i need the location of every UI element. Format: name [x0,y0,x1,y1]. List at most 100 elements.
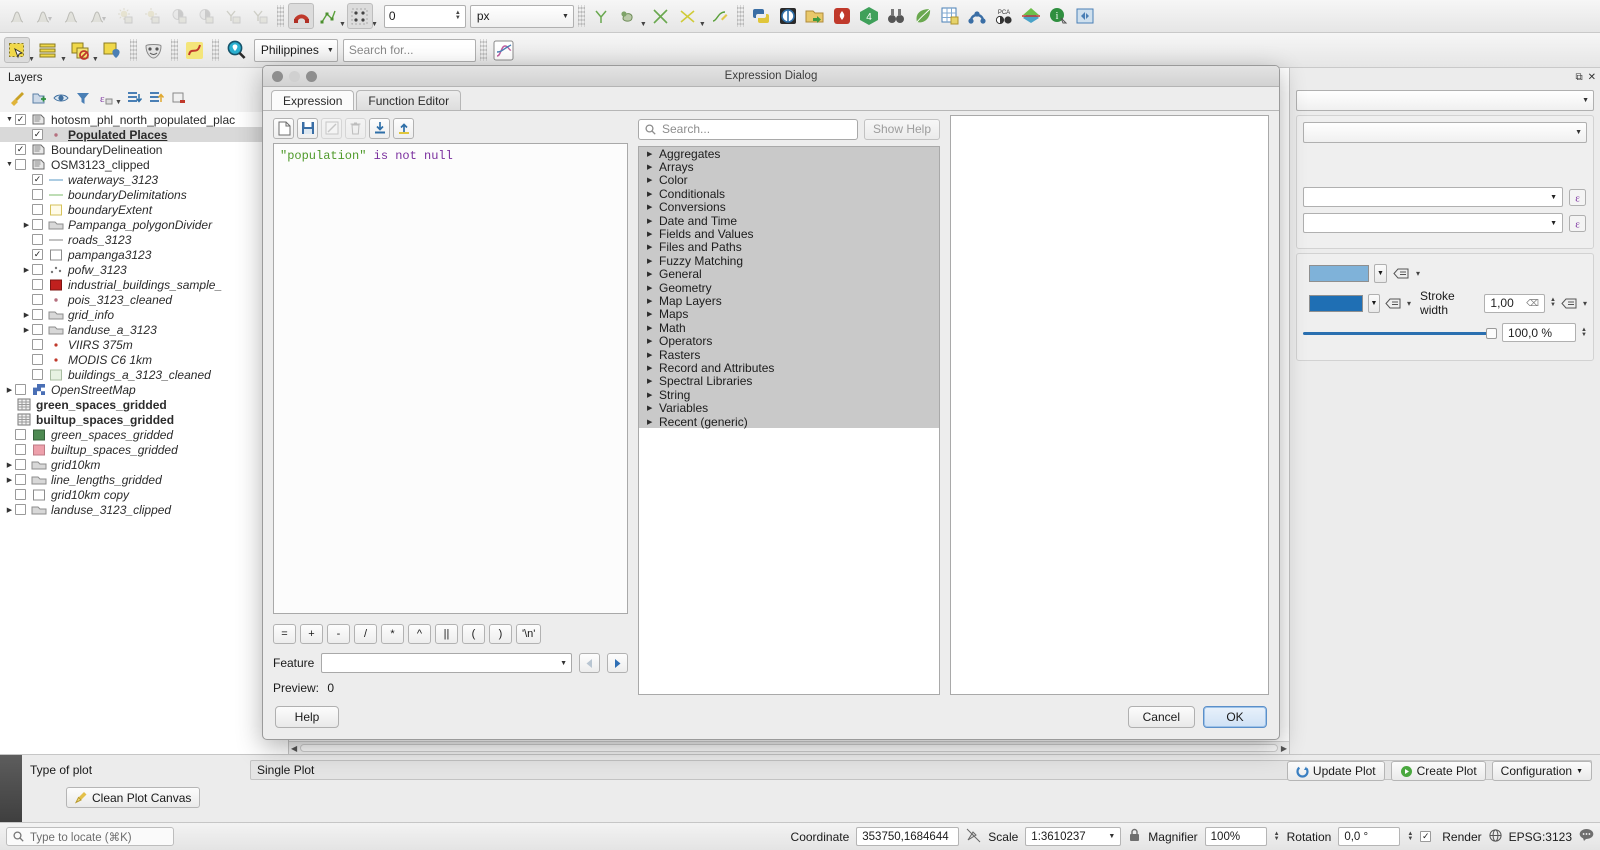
histogram-arrow-dim-icon[interactable] [31,3,57,29]
qgis-mask-icon[interactable] [141,37,167,63]
layer-visibility-checkbox[interactable] [15,504,26,515]
export-expressions-icon[interactable] [393,117,414,139]
import-expressions-icon[interactable] [369,117,390,139]
feature-select[interactable]: ▼ [321,653,572,673]
identify-info-icon[interactable]: i [1045,3,1071,29]
expand-collapse-right-icon[interactable]: ▶ [4,506,15,514]
update-plot-button[interactable]: Update Plot [1286,761,1385,781]
expand-right-icon[interactable]: ▶ [647,364,659,372]
network-icon[interactable] [964,3,990,29]
georeferencer-icon[interactable] [829,3,855,29]
expand-right-icon[interactable]: ▶ [647,203,659,211]
layer-visibility-checkbox[interactable] [15,474,26,485]
layer-visibility-checkbox[interactable] [15,444,26,455]
layer-visibility-checkbox[interactable] [32,354,43,365]
expand-right-icon[interactable]: ▶ [647,190,659,198]
expand-right-icon[interactable]: ▶ [647,270,659,278]
function-group-map-layers[interactable]: ▶ Map Layers [639,294,939,308]
layer-row-21[interactable]: · green_spaces_gridded [0,427,288,442]
contrast-down-dim-icon[interactable] [193,3,219,29]
layer-visibility-checkbox[interactable] [32,204,43,215]
expand-right-icon[interactable]: ▶ [647,324,659,332]
search-locator-icon[interactable] [223,37,249,63]
render-checkbox[interactable]: ✓ [1420,831,1432,842]
layer-visibility-checkbox[interactable] [15,489,26,500]
layer-row-2[interactable]: ·✓ BoundaryDelineation [0,142,288,157]
expand-right-icon[interactable]: ▶ [647,257,659,265]
snap-tolerance-stepper[interactable]: 0 ▲ ▼ [383,4,466,28]
function-group-rasters[interactable]: ▶ Rasters [639,348,939,362]
magnifier-stepper[interactable]: ▲ ▼ [1274,831,1280,842]
crs-globe-icon[interactable] [1489,828,1502,845]
fill-color-dropdown[interactable]: ▼ [1374,264,1387,283]
expand-right-icon[interactable]: ▶ [647,377,659,385]
layer-visibility-checkbox[interactable]: ✓ [15,144,26,155]
symbol-type-select[interactable]: ▼ [1296,90,1594,111]
plot-tab-strip[interactable] [0,755,22,822]
previous-feature-button[interactable] [579,653,600,673]
expand-right-icon[interactable]: ▶ [647,217,659,225]
layer-row-9[interactable]: ·✓ pampanga3123 [0,247,288,262]
expression-filter-icon[interactable]: ε [96,90,113,107]
layer-row-4[interactable]: ·✓ waterways_3123 [0,172,288,187]
expand-right-icon[interactable]: ▶ [647,230,659,238]
function-group-general[interactable]: ▶ General [639,267,939,281]
layer-row-0[interactable]: ▼ ✓ hotosm_phl_north_populated_plac [0,112,288,127]
new-file-icon[interactable] [273,117,294,139]
histogram-dim-icon[interactable] [4,3,30,29]
expand-collapse-down-icon[interactable]: ▼ [4,161,15,168]
layer-visibility-checkbox[interactable]: ✓ [32,249,43,260]
tab-expression[interactable]: Expression [271,90,355,111]
operator-button-0[interactable]: = [273,624,296,644]
function-group-conversions[interactable]: ▶ Conversions [639,200,939,214]
offset-curve-icon[interactable] [707,3,733,29]
layer-row-7[interactable]: ▶ Pampanga_polygonDivider [0,217,288,232]
data-defined-override-icon-2[interactable] [1385,294,1402,312]
undock-icon[interactable]: ⧉ [1575,72,1582,83]
coordinate-input[interactable]: 353750,1684644 [856,827,960,846]
remove-layer-icon[interactable] [171,90,188,107]
next-feature-button[interactable] [607,653,628,673]
configuration-button[interactable]: Configuration ▼ [1491,761,1592,781]
vertex-tool-icon[interactable] [315,3,341,29]
expand-collapse-right-icon[interactable]: ▶ [21,221,32,229]
function-search-input[interactable]: Search... [638,118,858,140]
gamma-down-dim-icon[interactable] [247,3,273,29]
layer-row-16[interactable]: · MODIS C6 1km [0,352,288,367]
gamma-up-dim-icon[interactable] [220,3,246,29]
ok-button[interactable]: OK [1203,706,1267,728]
layer-row-13[interactable]: ▶ grid_info [0,307,288,322]
plugin-manager-icon[interactable] [775,3,801,29]
crs-label[interactable]: EPSG:3123 [1509,830,1572,844]
function-group-color[interactable]: ▶ Color [639,173,939,187]
expand-collapse-right-icon[interactable]: ▶ [4,461,15,469]
operator-button-8[interactable]: ) [489,624,512,644]
layer-visibility-checkbox[interactable] [32,219,43,230]
opacity-slider[interactable] [1303,326,1498,340]
stroke-width-stepper[interactable]: ▲ ▼ [1550,297,1556,308]
layer-visibility-checkbox[interactable] [32,324,43,335]
histogram-arrow2-dim-icon[interactable] [85,3,111,29]
layer-visibility-checkbox[interactable]: ✓ [15,114,26,125]
expand-collapse-right-icon[interactable]: ▶ [4,386,15,394]
layer-visibility-checkbox[interactable] [32,234,43,245]
expand-right-icon[interactable]: ▶ [647,404,659,412]
layer-row-26[interactable]: ▶ landuse_3123_clipped [0,502,288,517]
data-defined-override-icon-3[interactable] [1561,294,1578,312]
function-group-date-and-time[interactable]: ▶ Date and Time [639,214,939,228]
snap-units-select[interactable]: px ▼ [469,4,574,28]
function-group-fuzzy-matching[interactable]: ▶ Fuzzy Matching [639,254,939,268]
function-group-maps[interactable]: ▶ Maps [639,307,939,321]
layer-visibility-checkbox[interactable] [15,159,26,170]
layer-row-10[interactable]: ▶ pofw_3123 [0,262,288,277]
stroke-width-input[interactable]: 1,00 ⌫ [1484,293,1545,313]
layer-row-14[interactable]: ▶ landuse_a_3123 [0,322,288,337]
layer-row-3[interactable]: ▼ OSM3123_clipped [0,157,288,172]
operator-button-2[interactable]: - [327,624,350,644]
expand-right-icon[interactable]: ▶ [647,163,659,171]
chevron-down-icon[interactable]: ▼ [115,99,122,106]
collapse-all-icon[interactable] [149,90,166,107]
toggle-coordinate-capture-icon[interactable] [966,828,981,846]
expand-collapse-right-icon[interactable]: ▶ [21,311,32,319]
expand-right-icon[interactable]: ▶ [647,150,659,158]
